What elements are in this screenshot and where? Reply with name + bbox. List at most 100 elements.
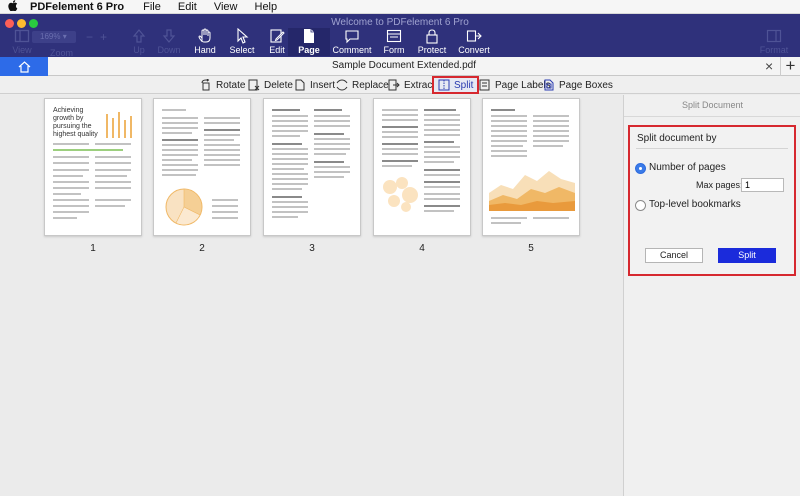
text-line-placeholder xyxy=(162,132,192,134)
text-line-placeholder xyxy=(162,174,196,176)
page4-bubble-thumbnail xyxy=(383,177,418,212)
text-line-placeholder xyxy=(95,199,131,201)
format-button[interactable]: Format xyxy=(752,28,796,56)
text-line-placeholder xyxy=(204,129,240,131)
page-thumbnail[interactable] xyxy=(373,98,471,236)
text-line-placeholder xyxy=(53,169,89,171)
page-thumbnail[interactable] xyxy=(482,98,580,236)
text-line-placeholder xyxy=(272,109,300,111)
convert-tool-button[interactable]: Convert xyxy=(452,28,496,56)
text-line-placeholder xyxy=(272,196,302,198)
text-line-placeholder xyxy=(424,129,460,131)
top-level-bookmarks-radio[interactable] xyxy=(635,200,646,211)
text-line-placeholder xyxy=(491,217,527,219)
text-line-placeholder xyxy=(272,201,308,203)
sidebar-icon xyxy=(14,29,30,43)
text-line-placeholder xyxy=(272,168,304,170)
max-pages-input[interactable] xyxy=(741,178,784,192)
lock-icon xyxy=(426,29,438,44)
text-line-placeholder xyxy=(424,151,460,153)
page-boxes-button[interactable]: Page Boxes xyxy=(543,77,613,93)
text-line-placeholder xyxy=(53,162,89,164)
page-number-label: 2 xyxy=(199,243,205,254)
text-line-placeholder xyxy=(491,150,527,152)
replace-button[interactable]: Replace xyxy=(336,77,389,93)
number-of-pages-radio[interactable] xyxy=(635,163,646,174)
text-line-placeholder xyxy=(314,171,350,173)
text-line-placeholder xyxy=(272,135,300,137)
text-line-placeholder xyxy=(424,161,454,163)
text-line-placeholder xyxy=(204,149,240,151)
text-line-placeholder xyxy=(272,130,308,132)
home-tab[interactable] xyxy=(0,57,48,76)
text-line-placeholder xyxy=(314,176,344,178)
text-line-placeholder xyxy=(53,199,89,201)
text-line-placeholder xyxy=(53,149,123,151)
protect-tool-button[interactable]: Protect xyxy=(410,28,454,56)
zoom-dropdown[interactable]: 169% ▾ xyxy=(32,31,76,43)
extract-label: Extract xyxy=(404,79,436,91)
view-label: View xyxy=(12,45,32,55)
text-line-placeholder xyxy=(424,198,460,200)
page-thumbnail[interactable]: Achieving growth by pursuing the highest… xyxy=(44,98,142,236)
text-line-placeholder xyxy=(424,193,460,195)
text-line-placeholder xyxy=(314,143,350,145)
text-line-placeholder xyxy=(272,183,308,185)
text-line-placeholder xyxy=(382,126,418,128)
add-tab-icon[interactable]: + xyxy=(780,57,800,76)
hand-label: Hand xyxy=(194,45,216,55)
menu-view[interactable]: View xyxy=(214,1,238,13)
text-line-placeholder xyxy=(272,148,308,150)
arrow-down-icon xyxy=(162,29,176,43)
number-of-pages-label: Number of pages xyxy=(649,162,726,173)
text-line-placeholder xyxy=(424,124,460,126)
document-tab-title[interactable]: Sample Document Extended.pdf xyxy=(48,60,760,71)
split-label: Split xyxy=(454,79,474,91)
split-confirm-button[interactable]: Split xyxy=(718,248,776,263)
delete-page-icon xyxy=(248,79,260,91)
down-label: Down xyxy=(157,45,181,55)
rotate-button[interactable]: Rotate xyxy=(200,77,245,93)
page-thumbnail[interactable] xyxy=(263,98,361,236)
insert-button[interactable]: Insert xyxy=(294,77,335,93)
split-button[interactable]: Split xyxy=(432,76,480,94)
text-line-placeholder xyxy=(53,175,83,177)
text-line-placeholder xyxy=(162,144,198,146)
text-line-placeholder xyxy=(314,109,342,111)
apple-icon[interactable] xyxy=(8,0,22,14)
comment-tool-button[interactable]: Comment xyxy=(330,28,374,56)
panel-header: Split Document xyxy=(624,95,800,117)
text-line-placeholder xyxy=(424,205,460,207)
text-line-placeholder xyxy=(272,216,298,218)
text-line-placeholder xyxy=(95,205,125,207)
delete-button[interactable]: Delete xyxy=(248,77,293,93)
menu-help[interactable]: Help xyxy=(255,1,278,13)
text-line-placeholder xyxy=(382,109,418,111)
zoom-in-icon[interactable]: + xyxy=(100,30,107,44)
menu-file[interactable]: File xyxy=(143,1,161,13)
menu-app-name[interactable]: PDFelement 6 Pro xyxy=(30,1,124,13)
mac-menu-bar: PDFelement 6 Pro File Edit View Help xyxy=(0,0,800,14)
comment-label: Comment xyxy=(332,45,372,55)
close-tab-icon[interactable]: × xyxy=(765,58,773,74)
zoom-out-icon[interactable]: − xyxy=(86,30,93,44)
text-line-placeholder xyxy=(53,156,89,158)
text-line-placeholder xyxy=(533,217,569,219)
page2-pie-thumbnail xyxy=(165,188,203,226)
text-line-placeholder xyxy=(491,155,527,157)
page-labels-button[interactable]: Page Labels xyxy=(479,77,551,93)
edit-icon xyxy=(270,29,285,43)
menu-edit[interactable]: Edit xyxy=(178,1,197,13)
page-tool-button[interactable]: Page xyxy=(288,28,330,56)
page-toolbar: Rotate Delete Insert Replace Extract Spl… xyxy=(0,76,800,94)
text-line-placeholder xyxy=(533,115,569,117)
replace-label: Replace xyxy=(352,79,389,91)
text-line-placeholder xyxy=(382,119,418,121)
text-line-placeholder xyxy=(162,139,198,141)
extract-button[interactable]: Extract xyxy=(388,77,435,93)
page5-area-chart-thumbnail xyxy=(489,171,575,211)
cancel-button[interactable]: Cancel xyxy=(645,248,703,263)
page-thumbnail[interactable] xyxy=(153,98,251,236)
text-line-placeholder xyxy=(424,109,456,111)
text-line-placeholder xyxy=(533,130,569,132)
